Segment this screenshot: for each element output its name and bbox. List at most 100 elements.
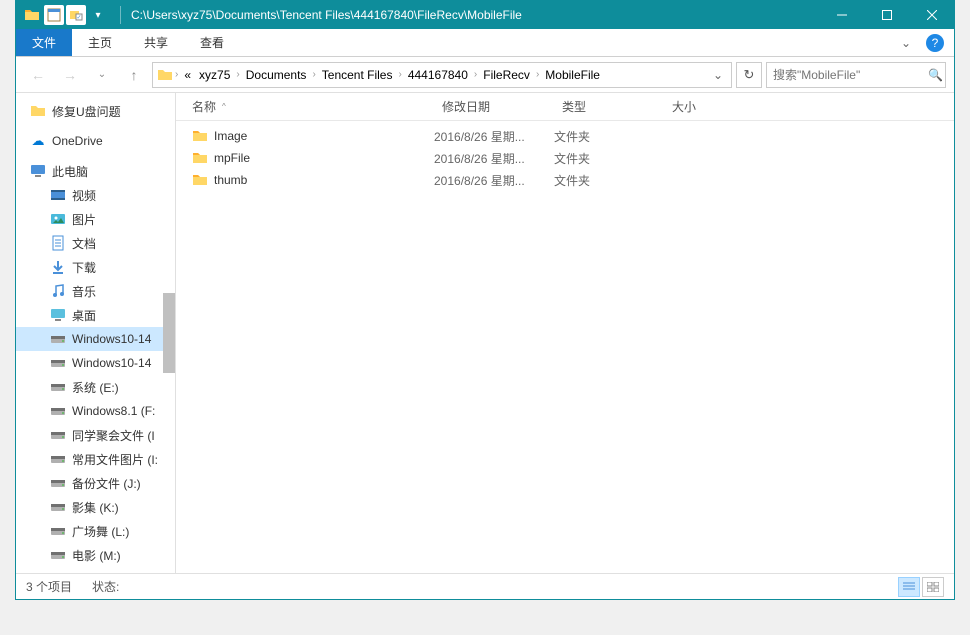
qat-properties-icon[interactable]: [44, 5, 64, 25]
tab-share[interactable]: 共享: [128, 29, 184, 56]
sidebar-scrollbar-thumb[interactable]: [163, 293, 175, 373]
sidebar-item-drive-13[interactable]: 影集 (K:): [16, 495, 175, 519]
sidebar-thispc[interactable]: 此电脑: [16, 159, 175, 183]
refresh-button[interactable]: ↻: [736, 62, 762, 88]
sidebar-quickfix[interactable]: 修复U盘问题: [16, 99, 175, 123]
status-state-label: 状态:: [92, 578, 119, 595]
folder-icon: [30, 103, 46, 119]
drive-icon: [50, 499, 66, 515]
column-size[interactable]: 大小: [664, 98, 744, 115]
file-row[interactable]: mpFile2016/8/26 星期...文件夹: [184, 147, 954, 169]
address-bar[interactable]: › « xyz75› Documents› Tencent Files› 444…: [152, 62, 732, 88]
download-icon: [50, 259, 66, 275]
sidebar-item-label: 常用文件图片 (I:: [72, 451, 158, 468]
svg-text:✓: ✓: [76, 15, 81, 21]
sidebar-item-drive-10[interactable]: 同学聚会文件 (I: [16, 423, 175, 447]
search-input[interactable]: [773, 68, 928, 82]
help-icon[interactable]: ?: [926, 34, 944, 52]
sidebar-item-drive-11[interactable]: 常用文件图片 (I:: [16, 447, 175, 471]
sidebar-item-label: 修复U盘问题: [52, 103, 121, 120]
document-icon: [50, 235, 66, 251]
nav-back-button[interactable]: ←: [24, 61, 52, 89]
sidebar-item-label: OneDrive: [52, 134, 103, 148]
sidebar-item-label: 系统 (E:): [72, 379, 119, 396]
crumb-tencent[interactable]: Tencent Files: [318, 68, 397, 82]
nav-up-button[interactable]: ↑: [120, 61, 148, 89]
crumb-ellipsis[interactable]: «: [180, 68, 195, 82]
file-list-pane: 名称^ 修改日期 类型 大小 Image2016/8/26 星期...文件夹mp…: [176, 93, 954, 573]
ribbon-tabs: 文件 主页 共享 查看 ⌄ ?: [16, 29, 954, 57]
ribbon-expand-icon[interactable]: ⌄: [894, 36, 918, 50]
qat-newfolder-icon[interactable]: ✓: [66, 5, 86, 25]
file-row[interactable]: Image2016/8/26 星期...文件夹: [184, 125, 954, 147]
sidebar-item-drive-6[interactable]: Windows10-14: [16, 327, 175, 351]
file-type: 文件夹: [554, 128, 664, 145]
search-icon[interactable]: 🔍: [928, 68, 943, 82]
crumb-documents[interactable]: Documents: [242, 68, 311, 82]
sidebar-item-label: Windows10-14: [72, 332, 151, 346]
navbar: ← → ⌄ ↑ › « xyz75› Documents› Tencent Fi…: [16, 57, 954, 93]
view-details-button[interactable]: [898, 577, 920, 597]
sidebar-item-desktop-5[interactable]: 桌面: [16, 303, 175, 327]
drive-icon: [50, 523, 66, 539]
tab-file[interactable]: 文件: [16, 29, 72, 56]
drive-icon: [50, 331, 66, 347]
sidebar-item-picture-1[interactable]: 图片: [16, 207, 175, 231]
crumb-filerecv[interactable]: FileRecv: [479, 68, 534, 82]
nav-recent-dropdown[interactable]: ⌄: [88, 61, 116, 89]
sidebar-item-drive-8[interactable]: 系统 (E:): [16, 375, 175, 399]
sidebar-item-document-2[interactable]: 文档: [16, 231, 175, 255]
folder-icon: [192, 150, 208, 166]
address-dropdown-icon[interactable]: ⌄: [709, 68, 727, 82]
sidebar-item-label: Windows8.1 (F:: [72, 404, 155, 418]
sidebar-item-label: 文档: [72, 235, 96, 252]
sidebar-item-drive-14[interactable]: 广场舞 (L:): [16, 519, 175, 543]
folder-icon: [192, 128, 208, 144]
sidebar-item-label: 备份文件 (J:): [72, 475, 141, 492]
crumb-qqnum[interactable]: 444167840: [404, 68, 472, 82]
chevron-icon[interactable]: ›: [173, 69, 180, 80]
music-icon: [50, 283, 66, 299]
crumb-user[interactable]: xyz75: [195, 68, 234, 82]
navigation-pane: 修复U盘问题 ☁ OneDrive 此电脑 视频图片文档下载音乐桌面 Window…: [16, 93, 176, 573]
drive-soft-icon: [50, 571, 66, 573]
close-button[interactable]: [909, 1, 954, 29]
column-type[interactable]: 类型: [554, 98, 664, 115]
sidebar-item-label: 此电脑: [52, 163, 88, 180]
sidebar-item-drive-15[interactable]: 电影 (M:): [16, 543, 175, 567]
window-title: C:\Users\xyz75\Documents\Tencent Files\4…: [127, 8, 819, 22]
file-list[interactable]: Image2016/8/26 星期...文件夹mpFile2016/8/26 星…: [176, 121, 954, 573]
video-icon: [50, 187, 66, 203]
maximize-button[interactable]: [864, 1, 909, 29]
drive-icon: [50, 475, 66, 491]
sidebar-item-drive-soft-16[interactable]: 软件 (N:): [16, 567, 175, 573]
app-icon: [22, 5, 42, 25]
sidebar-item-label: 下载: [72, 259, 96, 276]
nav-forward-button[interactable]: →: [56, 61, 84, 89]
sidebar-item-video-0[interactable]: 视频: [16, 183, 175, 207]
desktop-icon: [50, 307, 66, 323]
column-headers: 名称^ 修改日期 类型 大小: [176, 93, 954, 121]
crumb-mobilefile[interactable]: MobileFile: [541, 68, 604, 82]
sidebar-item-label: 电影 (M:): [72, 547, 121, 564]
tab-home[interactable]: 主页: [72, 29, 128, 56]
column-name[interactable]: 名称^: [184, 98, 434, 115]
sidebar-item-label: 软件 (N:): [72, 571, 119, 574]
drive-icon: [50, 451, 66, 467]
minimize-button[interactable]: [819, 1, 864, 29]
folder-icon: [192, 172, 208, 188]
search-box[interactable]: 🔍: [766, 62, 946, 88]
tab-view[interactable]: 查看: [184, 29, 240, 56]
sidebar-item-drive-12[interactable]: 备份文件 (J:): [16, 471, 175, 495]
sidebar-item-drive-9[interactable]: Windows8.1 (F:: [16, 399, 175, 423]
sidebar-item-drive-7[interactable]: Windows10-14: [16, 351, 175, 375]
sidebar-onedrive[interactable]: ☁ OneDrive: [16, 129, 175, 153]
file-row[interactable]: thumb2016/8/26 星期...文件夹: [184, 169, 954, 191]
column-date[interactable]: 修改日期: [434, 98, 554, 115]
view-thumbnails-button[interactable]: [922, 577, 944, 597]
drive-icon: [50, 355, 66, 371]
sidebar-item-download-3[interactable]: 下载: [16, 255, 175, 279]
qat-customize-icon[interactable]: ▾: [88, 5, 108, 25]
explorer-window: ✓ ▾ C:\Users\xyz75\Documents\Tencent Fil…: [15, 0, 955, 600]
sidebar-item-music-4[interactable]: 音乐: [16, 279, 175, 303]
